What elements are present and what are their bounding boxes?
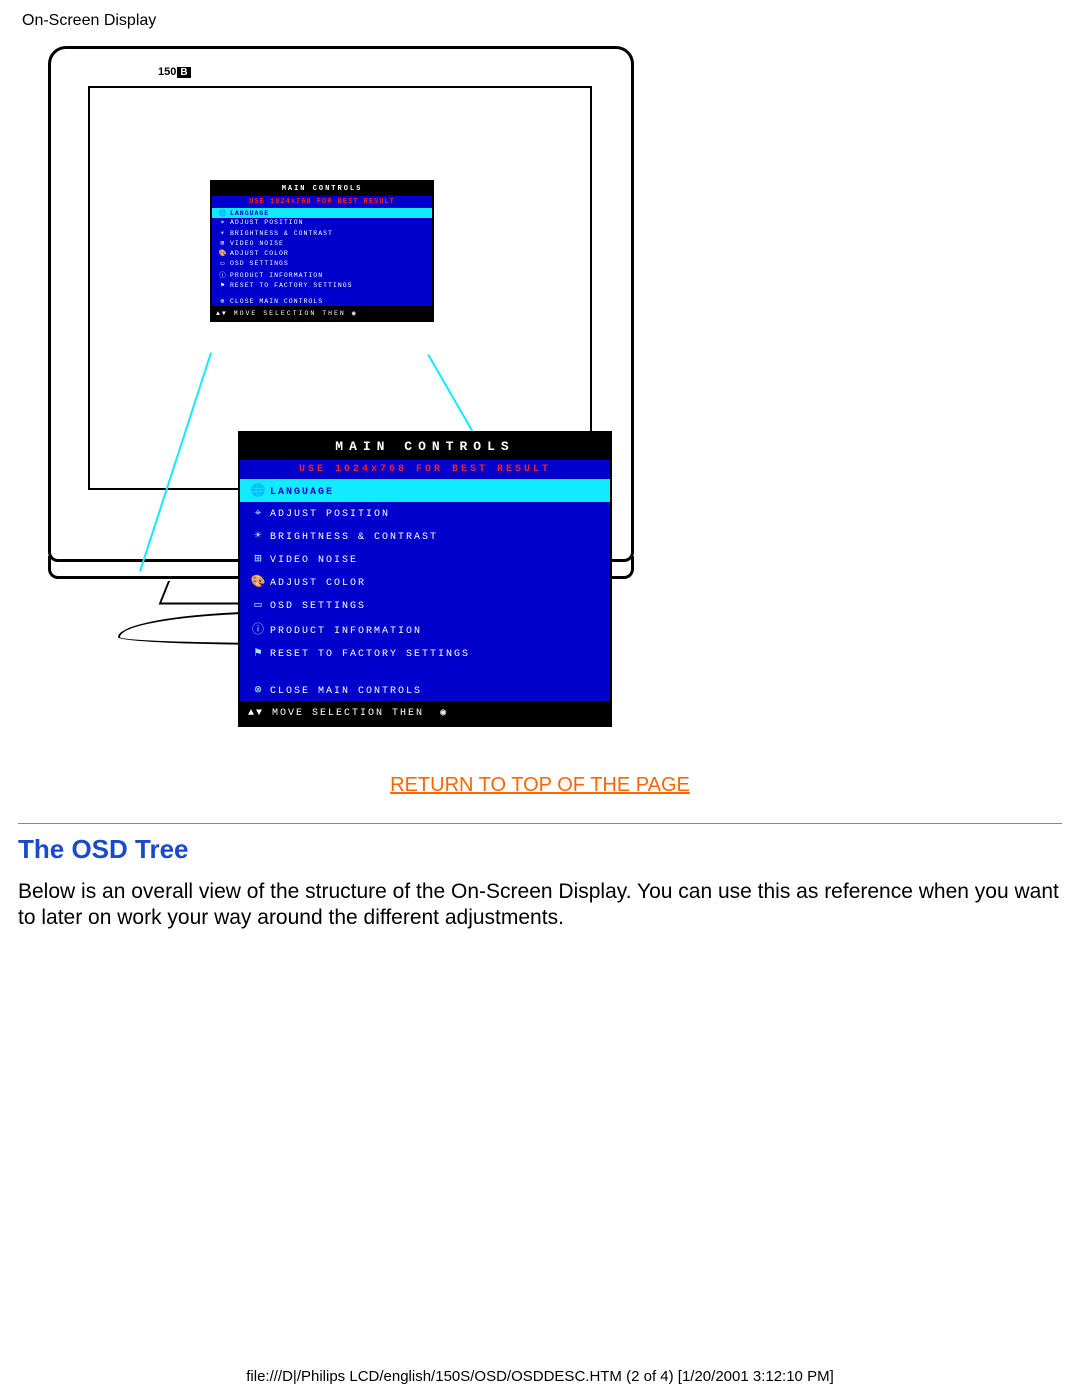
osd-item-adjust-position[interactable]: ⌖ADJUST POSITION — [240, 502, 610, 524]
osd-item-video-noise[interactable]: ⊞VIDEO NOISE — [240, 547, 610, 570]
flag-icon: ⚑ — [248, 645, 270, 660]
osd-item-video-noise[interactable]: ⊞VIDEO NOISE — [212, 238, 432, 248]
model-prefix: 150 — [158, 66, 176, 78]
palette-icon: 🎨 — [248, 574, 270, 589]
section-body: Below is an overall view of the structur… — [18, 879, 1062, 932]
osd-item-adjust-color[interactable]: 🎨ADJUST COLOR — [240, 570, 610, 593]
footer-file-path: file:///D|/Philips LCD/english/150S/OSD/… — [0, 1368, 1080, 1385]
screen-icon: ▭ — [216, 259, 230, 267]
position-icon: ⌖ — [248, 506, 270, 520]
position-icon: ⌖ — [216, 219, 230, 227]
osd-panel-small: MAIN CONTROLS USE 1024x768 FOR BEST RESU… — [210, 180, 434, 322]
osd-resolution-hint: USE 1024x768 FOR BEST RESULT — [212, 196, 432, 208]
osd-item-language[interactable]: 🌐LANGUAGE — [240, 479, 610, 502]
osd-close[interactable]: ⊗CLOSE MAIN CONTROLS — [212, 296, 432, 306]
osd-item-adjust-position[interactable]: ⌖ADJUST POSITION — [212, 218, 432, 228]
osd-item-adjust-color[interactable]: 🎨ADJUST COLOR — [212, 248, 432, 258]
osd-item-brightness-contrast[interactable]: ☀BRIGHTNESS & CONTRAST — [240, 524, 610, 547]
osd-item-osd-settings[interactable]: ▭OSD SETTINGS — [212, 258, 432, 268]
close-icon: ⊗ — [248, 682, 270, 697]
osd-title: MAIN CONTROLS — [240, 433, 610, 460]
osd-item-reset[interactable]: ⚑RESET TO FACTORY SETTINGS — [240, 641, 610, 664]
osd-item-brightness-contrast[interactable]: ☀BRIGHTNESS & CONTRAST — [212, 228, 432, 238]
osd-panel-large: MAIN CONTROLS USE 1024x768 FOR BEST RESU… — [238, 431, 612, 727]
brightness-icon: ☀ — [248, 528, 270, 543]
osd-footer: ▲▼ MOVE SELECTION THEN ◉ — [212, 306, 432, 320]
brightness-icon: ☀ — [216, 229, 230, 237]
osd-item-osd-settings[interactable]: ▭OSD SETTINGS — [240, 593, 610, 616]
model-suffix: B — [177, 67, 190, 78]
close-icon: ⊗ — [216, 297, 230, 305]
return-to-top-link[interactable]: RETURN TO TOP OF THE PAGE — [245, 774, 835, 797]
osd-item-reset[interactable]: ⚑RESET TO FACTORY SETTINGS — [212, 280, 432, 290]
osd-resolution-hint: USE 1024x768 FOR BEST RESULT — [240, 460, 610, 479]
flag-icon: ⚑ — [216, 281, 230, 289]
ok-icon: ◉ — [440, 708, 448, 719]
osd-title: MAIN CONTROLS — [212, 182, 432, 196]
section-heading-osd-tree: The OSD Tree — [18, 834, 1062, 865]
globe-icon: 🌐 — [216, 209, 230, 217]
updown-icon: ▲▼ — [248, 708, 264, 719]
screen-icon: ▭ — [248, 597, 270, 612]
monitor-figure: 150B MAIN CONTROLS USE 1024x768 FOR BEST… — [18, 36, 658, 756]
osd-item-product-info[interactable]: ⓘPRODUCT INFORMATION — [212, 268, 432, 280]
grid-icon: ⊞ — [248, 551, 270, 566]
ok-icon: ◉ — [352, 310, 358, 317]
section-divider — [18, 823, 1062, 824]
info-icon: ⓘ — [216, 269, 230, 279]
monitor-model-label: 150B — [158, 66, 191, 78]
globe-icon: 🌐 — [248, 483, 270, 498]
osd-item-product-info[interactable]: ⓘPRODUCT INFORMATION — [240, 616, 610, 641]
grid-icon: ⊞ — [216, 239, 230, 247]
page-header: On-Screen Display — [22, 12, 1062, 30]
updown-icon: ▲▼ — [216, 310, 228, 317]
palette-icon: 🎨 — [216, 249, 230, 257]
osd-close[interactable]: ⊗CLOSE MAIN CONTROLS — [240, 678, 610, 701]
osd-footer: ▲▼ MOVE SELECTION THEN ◉ — [240, 701, 610, 725]
osd-item-language[interactable]: 🌐LANGUAGE — [212, 208, 432, 218]
info-icon: ⓘ — [248, 620, 270, 637]
